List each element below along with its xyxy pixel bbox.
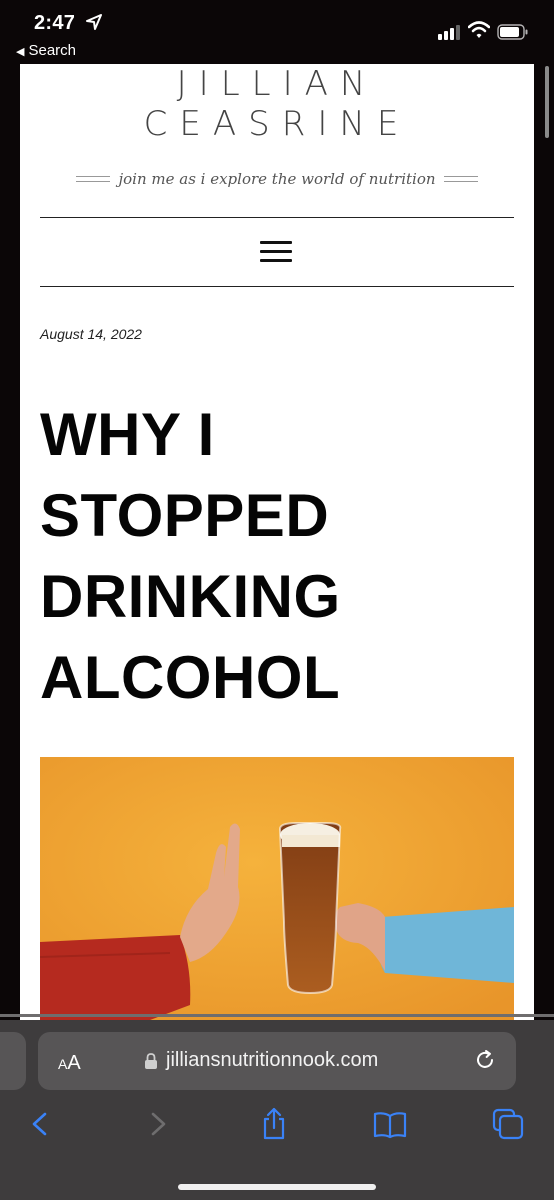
web-page: JILLIAN CEASRINE join me as i explore th…: [20, 64, 534, 1020]
chrome-divider: [0, 1014, 554, 1017]
status-bar: 2:47 ◀ Search: [0, 0, 554, 64]
tagline-rule-right: [443, 176, 478, 182]
bookmarks-icon[interactable]: [372, 1106, 408, 1142]
lock-icon: [145, 1053, 157, 1069]
battery-icon: [497, 24, 528, 40]
forward-icon[interactable]: [140, 1106, 176, 1142]
wifi-icon: [468, 21, 490, 38]
url-text[interactable]: jilliansnutritionnook.com: [166, 1049, 378, 1072]
tabs-icon[interactable]: [490, 1106, 526, 1142]
nav-divider-bottom: [40, 286, 514, 287]
back-app-label: Search: [28, 42, 76, 59]
address-bar[interactable]: AA jilliansnutritionnook.com: [38, 1032, 516, 1090]
site-tagline: join me as i explore the world of nutrit…: [118, 170, 436, 188]
back-icon[interactable]: [22, 1106, 58, 1142]
site-title-line2[interactable]: CEASRINE: [20, 106, 534, 142]
location-arrow-icon: [86, 14, 102, 30]
status-time: 2:47: [34, 12, 76, 34]
hero-image: [40, 757, 514, 1020]
text-size-button[interactable]: AA: [58, 1052, 81, 1075]
page-scrollbar[interactable]: [545, 66, 549, 138]
text-size-small-a: A: [58, 1056, 68, 1072]
tagline-row: join me as i explore the world of nutrit…: [76, 168, 478, 190]
share-icon[interactable]: [256, 1106, 292, 1142]
nav-divider-top: [40, 217, 514, 218]
reload-icon[interactable]: [474, 1049, 496, 1071]
cellular-signal-icon: [438, 25, 460, 40]
tagline-rule-left: [76, 176, 111, 182]
back-triangle-icon: ◀: [16, 46, 25, 58]
post-title: WHY I STOPPED DRINKING ALCOHOL: [40, 401, 341, 711]
hamburger-menu-icon[interactable]: [260, 241, 292, 263]
post-date: August 14, 2022: [40, 326, 142, 342]
home-indicator[interactable]: [178, 1184, 376, 1190]
site-title-line1[interactable]: JILLIAN: [20, 66, 534, 102]
previous-tab-preview[interactable]: [0, 1032, 26, 1090]
back-to-app-link[interactable]: ◀ Search: [16, 42, 76, 59]
text-size-big-a: A: [67, 1052, 81, 1074]
